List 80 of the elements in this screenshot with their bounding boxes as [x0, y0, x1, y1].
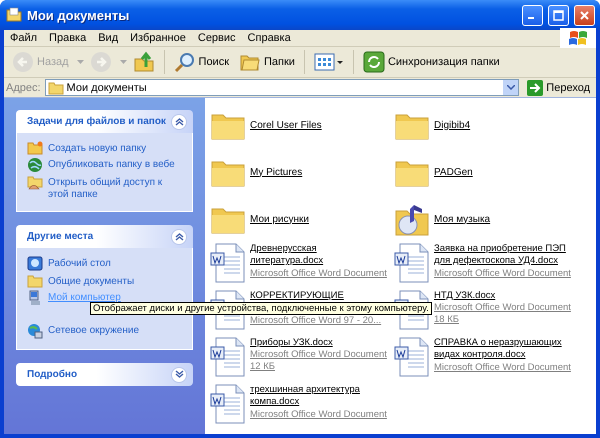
maximize-icon	[553, 10, 564, 20]
window-title: Мои документы	[27, 8, 130, 22]
computer-icon	[27, 290, 43, 306]
file-type: Microsoft Office Word Document	[250, 349, 387, 361]
folder-name[interactable]: PADGen	[434, 166, 473, 178]
file-name[interactable]: трехшинная архитектура компа.docx	[250, 384, 390, 409]
folder-up-icon	[132, 51, 155, 73]
panel-header[interactable]: Задачи для файлов и папок	[16, 110, 193, 133]
file-type: Microsoft Office Word 97 - 20...	[250, 315, 382, 327]
collapse-button[interactable]	[171, 366, 187, 382]
desktop-icon	[27, 256, 43, 272]
sync-button[interactable]: Синхронизация папки	[358, 49, 504, 75]
menu-item[interactable]: Сервис	[192, 32, 242, 44]
tooltip: Отображает диски и другие устройства, подключенные к этому компьютеру.	[90, 302, 432, 315]
folders-button[interactable]: Папки	[235, 49, 299, 75]
menu-item[interactable]: Справка	[242, 32, 297, 44]
chevron-up-icon	[174, 117, 184, 126]
task-link[interactable]: Общие документы	[48, 274, 134, 288]
folder-icon	[27, 141, 43, 155]
file-type: Microsoft Office Word Document	[434, 362, 571, 374]
panel-header[interactable]: Другие места	[16, 225, 193, 248]
views-icon	[314, 51, 344, 73]
address-label: Адрес:	[6, 82, 41, 94]
collapse-button[interactable]	[171, 228, 187, 244]
address-field[interactable]: Мои документы	[44, 79, 520, 96]
close-icon	[579, 10, 590, 20]
word-document-icon	[394, 243, 430, 283]
collapse-button[interactable]	[171, 114, 187, 130]
panel-header[interactable]: Подробно	[16, 363, 193, 386]
globe-icon	[27, 157, 43, 173]
network-icon	[27, 323, 43, 339]
file-type: Microsoft Office Word Document	[250, 409, 387, 421]
folder-name[interactable]: Мои рисунки	[250, 214, 309, 226]
chevron-down-icon	[174, 370, 184, 379]
folder-name[interactable]: Digibib4	[434, 120, 470, 132]
word-document-icon	[210, 243, 246, 283]
task-link[interactable]: Создать новую папку	[48, 141, 146, 155]
file-name[interactable]: НТД УЗК.docx	[434, 290, 496, 302]
menu-item[interactable]: Избранное	[124, 32, 192, 44]
file-name[interactable]: Древнерусская литература.docx	[250, 243, 390, 268]
word-document-icon	[210, 384, 246, 424]
close-button[interactable]	[574, 4, 595, 26]
menu-item[interactable]: Вид	[92, 32, 124, 44]
word-document-icon	[394, 337, 430, 377]
folder-name[interactable]: My Pictures	[250, 166, 302, 178]
search-button[interactable]: Поиск	[170, 49, 234, 75]
folder-name[interactable]: Corel User Files	[250, 120, 322, 132]
file-type: Microsoft Office Word Document	[250, 268, 387, 280]
panel-title: Подробно	[27, 369, 78, 380]
search-icon	[174, 51, 196, 73]
menu-item[interactable]: Файл	[4, 32, 44, 44]
shared-folder-icon	[27, 175, 43, 190]
task-link[interactable]: Опубликовать папку в вебе	[48, 157, 175, 171]
panel-title: Задачи для файлов и папок	[27, 116, 166, 127]
file-name[interactable]: СПРАВКА о неразрушающих видах контроля.docx	[434, 337, 574, 362]
music-folder-icon	[394, 202, 430, 236]
file-type: Microsoft Office Word Document	[434, 268, 571, 280]
minimize-button[interactable]	[522, 4, 543, 26]
file-name[interactable]: Приборы УЗК.docx	[250, 337, 333, 349]
folder-icon	[48, 80, 64, 94]
file-size: 18 КБ	[434, 314, 459, 326]
minimize-icon	[528, 17, 534, 19]
file-type: Microsoft Office Word Document	[434, 302, 571, 314]
windows-flag-icon	[560, 28, 596, 48]
menu-item[interactable]: Правка	[43, 32, 92, 44]
go-arrow-icon	[527, 80, 544, 96]
file-size: 12 КБ	[250, 361, 275, 373]
sync-icon	[362, 51, 385, 73]
chevron-up-icon	[174, 232, 184, 241]
file-name[interactable]: Заявка на приобретение ПЭП для дефектоскопа УД4.docx	[434, 243, 574, 268]
folder-name[interactable]: Моя музыка	[434, 214, 490, 226]
folder-icon	[27, 274, 43, 288]
word-document-icon	[210, 337, 246, 377]
task-link[interactable]: Рабочий стол	[48, 256, 111, 270]
task-link[interactable]: Сетевое окружение	[48, 323, 140, 337]
go-button[interactable]: Переход	[523, 80, 594, 96]
folder-icon	[6, 7, 22, 23]
task-link[interactable]: Открыть общий доступ к этой папке	[48, 175, 184, 201]
maximize-button[interactable]	[548, 4, 569, 26]
panel-title: Другие места	[27, 231, 94, 242]
